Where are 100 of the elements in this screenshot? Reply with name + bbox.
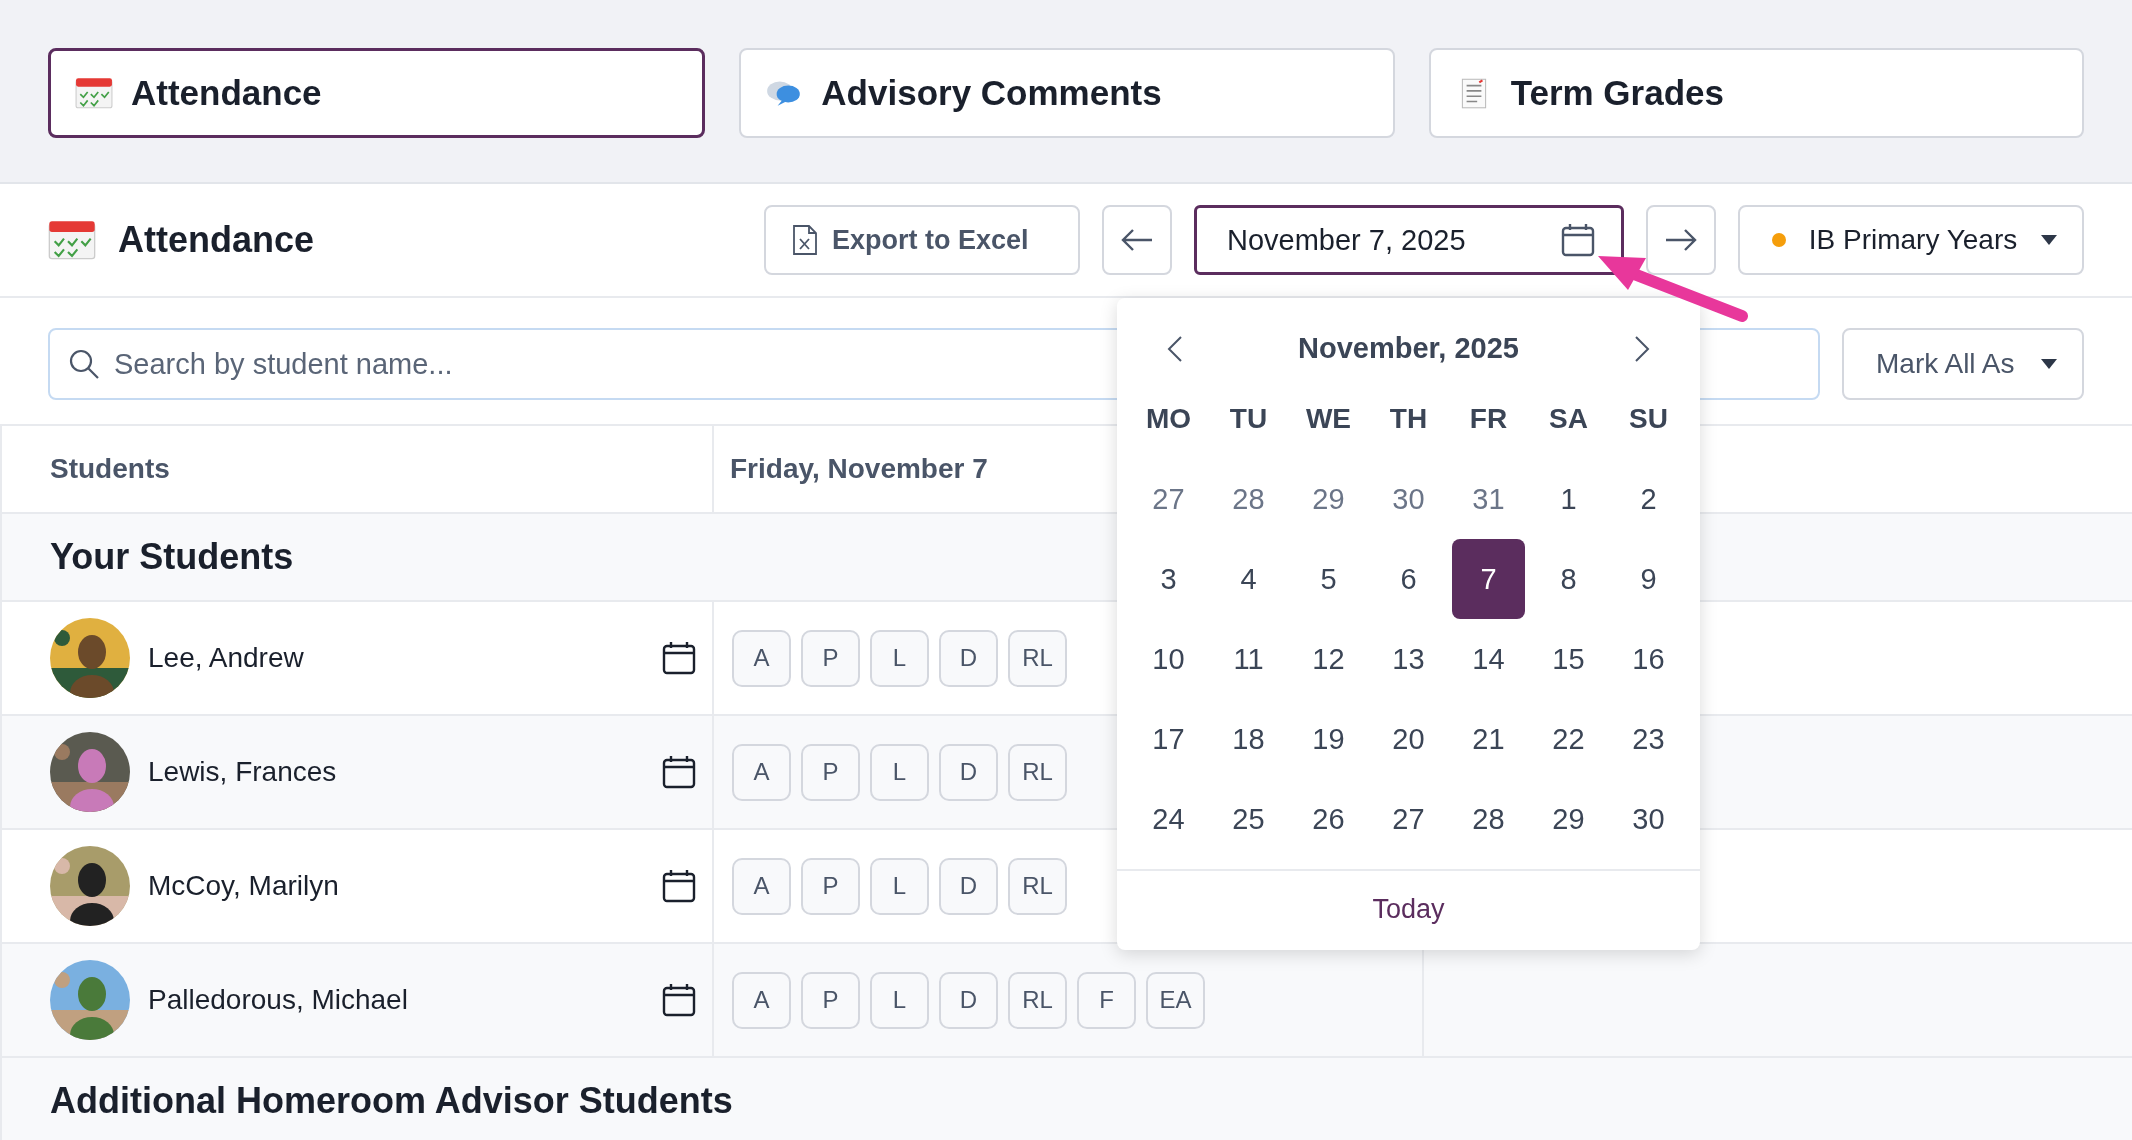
attendance-code-button[interactable]: RL [1008, 857, 1067, 915]
calendar-day[interactable]: 26 [1292, 779, 1365, 859]
calendar-day[interactable]: 12 [1292, 619, 1365, 699]
today-button[interactable]: Today [1366, 893, 1451, 926]
calendar-day[interactable]: 27 [1372, 779, 1445, 859]
calendar-day[interactable]: 14 [1452, 619, 1525, 699]
calendar-day[interactable]: 17 [1132, 699, 1205, 779]
date-field[interactable]: November 7, 2025 [1194, 205, 1624, 275]
tab[interactable]: Advisory Comments [739, 48, 1395, 138]
attendance-code-button[interactable]: D [939, 629, 998, 687]
calendar-day[interactable]: 25 [1212, 779, 1285, 859]
calendar-day[interactable]: 18 [1212, 699, 1285, 779]
status-dot [1772, 233, 1786, 247]
calendar-day[interactable]: 13 [1372, 619, 1445, 699]
column-header: Students [50, 453, 170, 485]
attendance-code-button[interactable]: P [801, 857, 860, 915]
calendar-day[interactable]: 20 [1372, 699, 1445, 779]
attendance-code-button[interactable]: A [732, 629, 791, 687]
month-title: November, 2025 [1298, 332, 1519, 365]
calendar-check-icon [48, 219, 96, 261]
column-header: Friday, November 7 [730, 453, 988, 485]
calendar-icon[interactable] [662, 983, 696, 1017]
calendar-day[interactable]: 10 [1132, 619, 1205, 699]
student-name: McCoy, Marilyn [148, 870, 340, 902]
weekday-label: FR [1468, 402, 1509, 436]
calendar-day[interactable]: 6 [1372, 539, 1445, 619]
mark-all-dropdown[interactable]: Mark All As [1842, 328, 2084, 400]
attendance-code-button[interactable]: P [801, 971, 860, 1029]
previous-day-button[interactable] [1102, 205, 1172, 275]
program-dropdown[interactable]: IB Primary Years [1738, 205, 2084, 275]
calendar-day[interactable]: 4 [1212, 539, 1285, 619]
next-day-button[interactable] [1646, 205, 1716, 275]
calendar-icon[interactable] [1561, 223, 1595, 257]
previous-month-icon[interactable] [1165, 333, 1185, 364]
calendar-day[interactable]: 29 [1292, 459, 1365, 539]
student-name: Lee, Andrew [148, 642, 305, 674]
tab[interactable]: Attendance [48, 48, 706, 138]
weekday-label: MO [1144, 402, 1193, 436]
attendance-code-button[interactable]: RL [1008, 971, 1067, 1029]
calendar-day[interactable]: 27 [1132, 459, 1205, 539]
calendar-day[interactable]: 30 [1612, 779, 1685, 859]
attendance-code-button[interactable]: L [870, 857, 929, 915]
next-month-icon[interactable] [1632, 333, 1652, 364]
calendar-day[interactable]: 16 [1612, 619, 1685, 699]
attendance-code-button[interactable]: D [939, 971, 998, 1029]
attendance-code-button[interactable]: D [939, 857, 998, 915]
export-button[interactable]: Export to Excel [764, 205, 1080, 275]
attendance-code-button[interactable]: L [870, 743, 929, 801]
calendar-day[interactable]: 15 [1532, 619, 1605, 699]
calendar-day[interactable]: 21 [1452, 699, 1525, 779]
weekday-label: SU [1628, 402, 1669, 436]
calendar-day[interactable]: 23 [1612, 699, 1685, 779]
attendance-code-button[interactable]: A [732, 857, 791, 915]
attendance-code-button[interactable]: D [939, 743, 998, 801]
attendance-code-button[interactable]: RL [1008, 743, 1067, 801]
dropdown-caret-icon [2040, 358, 2058, 370]
calendar-day[interactable]: 24 [1132, 779, 1205, 859]
attendance-code-button[interactable]: L [870, 629, 929, 687]
attendance-code-button[interactable]: L [870, 971, 929, 1029]
calendar-icon[interactable] [662, 641, 696, 675]
calendar-day[interactable]: 19 [1292, 699, 1365, 779]
weekday-label: TU [1228, 402, 1269, 436]
right-arrow-icon [1664, 228, 1698, 252]
dropdown-caret-icon [2040, 234, 2058, 246]
tab[interactable]: Term Grades [1428, 48, 2084, 138]
calendar-day[interactable]: 11 [1212, 619, 1285, 699]
student-name: Palledorous, Michael [148, 984, 409, 1016]
calendar-day[interactable]: 28 [1212, 459, 1285, 539]
attendance-code-button[interactable]: EA [1146, 971, 1205, 1029]
section-title: Your Students [50, 536, 294, 578]
calendar-day[interactable]: 7 [1452, 539, 1525, 619]
attendance-code-button[interactable]: F [1077, 971, 1136, 1029]
attendance-code-button[interactable]: A [732, 743, 791, 801]
section-title: Additional Homeroom Advisor Students [50, 1080, 733, 1122]
calendar-day[interactable]: 28 [1452, 779, 1525, 859]
calendar-day[interactable]: 3 [1132, 539, 1205, 619]
attendance-code-button[interactable]: P [801, 629, 860, 687]
weekday-label: WE [1304, 402, 1353, 436]
calendar-day[interactable]: 5 [1292, 539, 1365, 619]
calendar-day[interactable]: 2 [1612, 459, 1685, 539]
calendar-day[interactable]: 9 [1612, 539, 1685, 619]
calendar-day[interactable]: 1 [1532, 459, 1605, 539]
attendance-code-button[interactable]: RL [1008, 629, 1067, 687]
calendar-day[interactable]: 30 [1372, 459, 1445, 539]
attendance-code-button[interactable]: P [801, 743, 860, 801]
calendar-icon[interactable] [662, 869, 696, 903]
search-icon [68, 348, 100, 380]
calendar-icon[interactable] [662, 755, 696, 789]
weekday-label: SA [1548, 402, 1589, 436]
calendar-day[interactable]: 31 [1452, 459, 1525, 539]
calendar-check-icon [75, 77, 113, 109]
calendar-day[interactable]: 22 [1532, 699, 1605, 779]
calendar-day[interactable]: 8 [1532, 539, 1605, 619]
attendance-code-button[interactable]: A [732, 971, 791, 1029]
spreadsheet-file-icon [792, 225, 818, 255]
page-title: Attendance [118, 219, 315, 261]
left-arrow-icon [1120, 228, 1154, 252]
student-name: Lewis, Frances [148, 756, 338, 788]
weekday-label: TH [1388, 402, 1429, 436]
calendar-day[interactable]: 29 [1532, 779, 1605, 859]
